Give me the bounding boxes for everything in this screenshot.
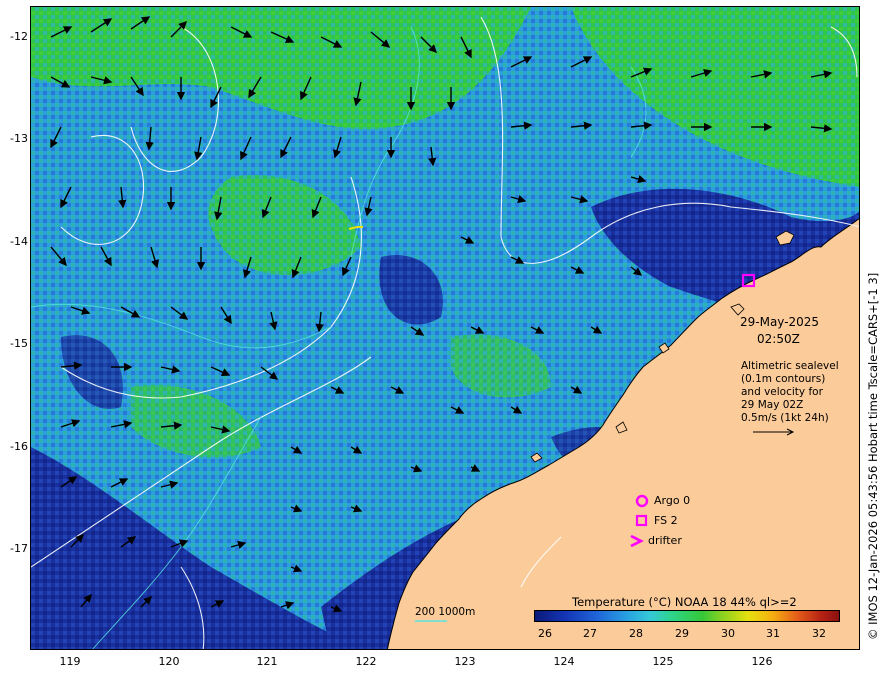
lat-tick: -12 (10, 30, 28, 43)
lon-tick: 126 (751, 655, 773, 668)
colorbar-tick: 31 (766, 627, 780, 640)
description-line: Altimetric sealevel (741, 360, 839, 372)
temperature-colorbar (534, 610, 840, 622)
lon-tick: 123 (454, 655, 476, 668)
lon-tick: 121 (256, 655, 278, 668)
lat-tick: -13 (10, 132, 28, 145)
colorbar-tick: 26 (538, 627, 552, 640)
colorbar-title: Temperature (°C) NOAA 18 44% ql>=2 (572, 595, 797, 609)
lon-tick: 119 (59, 655, 81, 668)
legend-fs-label: FS 2 (654, 514, 678, 527)
sst-map (30, 6, 860, 650)
lat-tick: -16 (10, 440, 28, 453)
colorbar-tick: 29 (675, 627, 689, 640)
colorbar-tick: 28 (629, 627, 643, 640)
description-line: (0.1m contours) (741, 373, 826, 385)
lon-tick: 122 (355, 655, 377, 668)
sst-field (31, 7, 859, 649)
colorbar-tick: 32 (812, 627, 826, 640)
description-line: and velocity for (741, 386, 823, 398)
description-line: 29 May 02Z (741, 399, 804, 411)
map-time: 02:50Z (757, 332, 800, 346)
lon-tick: 125 (652, 655, 674, 668)
lon-tick: 124 (553, 655, 575, 668)
legend-drifter-label: drifter (648, 534, 682, 547)
credit-text: © IMOS 12-Jan-2026 05:43:56 Hobart time … (866, 272, 880, 640)
map-date: 29-May-2025 (740, 315, 820, 329)
lon-tick: 120 (158, 655, 180, 668)
lat-tick: -14 (10, 235, 28, 248)
colorbar-tick: 30 (721, 627, 735, 640)
legend-argo-label: Argo 0 (654, 494, 691, 507)
colorbar-tick: 27 (583, 627, 597, 640)
lat-tick: -17 (10, 542, 28, 555)
description-line: 0.5m/s (1kt 24h) (741, 412, 829, 424)
lat-tick: -15 (10, 337, 28, 350)
scale-bar-label: 200 1000m (415, 606, 476, 618)
